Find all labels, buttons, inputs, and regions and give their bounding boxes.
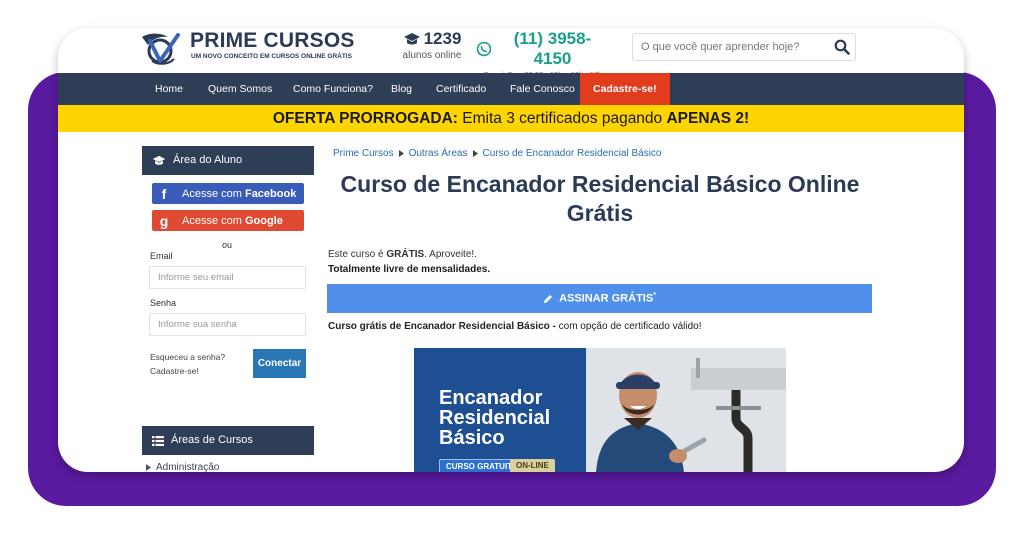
search-button[interactable] [831,36,853,58]
course-areas-title: Áreas de Cursos [171,434,253,446]
area-label: Administração [156,462,220,472]
graduation-cap-icon [152,155,166,165]
password-field[interactable] [149,313,306,336]
register-link[interactable]: Cadastre-se! [150,366,199,376]
pencil-icon [544,294,553,303]
or-separator: ou [222,240,233,250]
course-description: Curso grátis de Encanador Residencial Bá… [328,321,702,332]
phone-number[interactable]: (11) 3958-4150 [495,29,610,69]
student-area-header: Área do Aluno [142,146,314,175]
nav-certificado[interactable]: Certificado [436,73,486,105]
free-prefix: Este curso é [328,249,387,260]
facebook-login-button[interactable]: f Acesse com Facebook [152,183,304,204]
promo-banner[interactable]: OFERTA PRORROGADA: Emita 3 certificados … [58,105,964,132]
subscribe-mark: * [653,292,656,300]
email-field[interactable] [149,266,306,289]
nav-fale-conosco[interactable]: Fale Conosco [510,73,575,105]
list-icon [152,435,164,446]
plumber-illustration [586,348,786,472]
email-label: Email [150,251,173,261]
nav-cadastre-se-button[interactable]: Cadastre-se! [580,73,670,105]
search-icon [834,39,850,55]
free-bold: GRÁTIS [386,249,425,260]
banner-title-line: Básico [439,427,505,449]
online-counter: 1239 alunos online [398,29,466,61]
student-area-title: Área do Aluno [173,154,243,166]
logo-icon [142,33,180,65]
breadcrumb: Prime Cursos Outras Áreas Curso de Encan… [333,148,662,159]
promo-tail: APENAS 2! [666,110,750,127]
chevron-right-icon [146,464,151,471]
breadcrumb-current[interactable]: Curso de Encanador Residencial Básico [483,148,662,159]
breadcrumb-outras-areas[interactable]: Outras Áreas [409,148,468,159]
banner-title-line: Encanador [439,387,543,409]
google-icon: g [159,212,169,229]
online-count: 1239 [423,29,462,48]
course-banner[interactable]: Encanador Residencial Básico CURSO GRATU… [414,348,786,472]
banner-title-line: Residencial [439,407,551,429]
course-areas-header: Áreas de Cursos [142,426,314,455]
facebook-bold: Facebook [244,187,297,200]
course-desc-bold: Curso grátis de Encanador Residencial Bá… [328,321,556,332]
no-fees-notice: Totalmente livre de mensalidades. [328,264,491,275]
main-nav: Home Quem Somos Como Funciona? Blog Cert… [58,73,964,105]
online-label: alunos online [402,50,462,61]
phone-contact: (11) 3958-4150 Seg. à Sex. 08:30 - 12h e… [476,29,610,79]
connect-button[interactable]: Conectar [253,349,306,378]
promo-text: Emita 3 certificados pagando [457,110,667,127]
logo-subtitle: UM NOVO CONCEITO EM CURSOS ONLINE GRÁTIS [191,53,352,60]
nav-blog[interactable]: Blog [391,73,412,105]
chevron-right-icon [398,150,404,157]
area-link-administracao[interactable]: Administração [146,462,219,472]
subscribe-free-button[interactable]: ASSINAR GRÁTIS* [327,284,872,313]
free-suffix: . Aproveite!. [424,249,477,260]
course-desc-rest: com opção de certificado válido! [555,321,702,332]
subscribe-label: ASSINAR GRÁTIS [559,292,654,305]
browser-frame: PRIME CURSOS UM NOVO CONCEITO EM CURSOS … [58,28,964,472]
whatsapp-icon [476,41,492,57]
breadcrumb-home[interactable]: Prime Cursos [333,148,394,159]
graduation-cap-icon [403,33,420,45]
forgot-password-link[interactable]: Esqueceu a senha? [150,352,225,362]
banner-title: Encanador Residencial Básico [439,388,589,448]
chevron-right-icon [472,150,478,157]
free-notice: Este curso é GRÁTIS. Aproveite!. [328,249,477,260]
password-label: Senha [150,298,177,308]
nav-home[interactable]: Home [155,73,183,105]
plumber-photo [586,348,786,472]
site-header: PRIME CURSOS UM NOVO CONCEITO EM CURSOS … [58,28,964,79]
google-login-button[interactable]: g Acesse com Google [152,210,304,231]
google-prefix: Acesse com [182,214,245,227]
google-bold: Google [244,214,283,227]
badge-online: ON-LINE [510,459,555,472]
facebook-icon: f [161,185,167,202]
page-title: Curso de Encanador Residencial Básico On… [340,171,860,226]
nav-quem-somos[interactable]: Quem Somos [208,73,272,105]
facebook-prefix: Acesse com [182,187,245,200]
banner-text-panel: Encanador Residencial Básico CURSO GRATU… [414,348,586,472]
search-input[interactable] [633,34,823,60]
search-box [632,33,856,61]
logo-title[interactable]: PRIME CURSOS [190,29,355,53]
promo-lead: OFERTA PRORROGADA: [272,110,458,127]
nav-como-funciona[interactable]: Como Funciona? [293,73,373,105]
